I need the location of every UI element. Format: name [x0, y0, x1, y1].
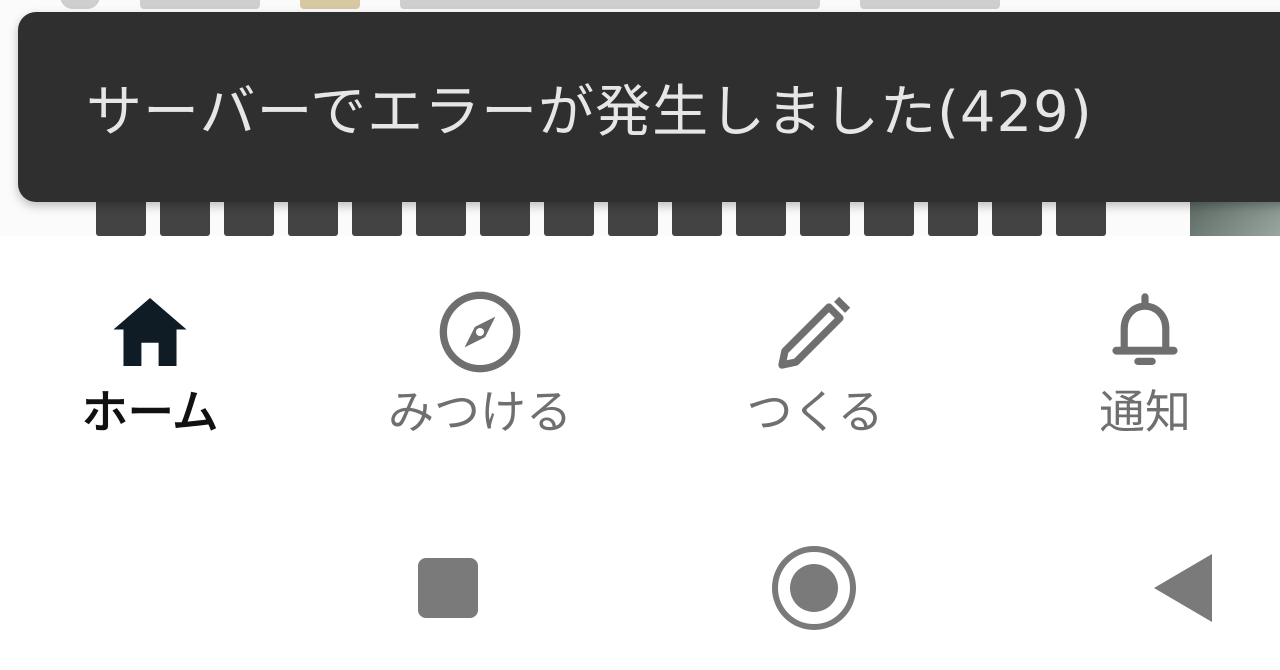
nav-item-create[interactable]: つくる [665, 284, 965, 444]
feed-item-tag [140, 0, 260, 9]
home-circle-icon [770, 544, 858, 636]
bell-icon [1097, 284, 1193, 380]
nav-label-discover: みつける [388, 385, 572, 439]
home-icon [102, 284, 198, 380]
app-screen: サーバーでエラーが発生しました(429) ホーム みつける つくる 通知 [0, 0, 1280, 670]
system-home-button[interactable] [766, 542, 862, 638]
feed-item-time [860, 0, 1000, 9]
avatar [60, 0, 100, 9]
nav-item-discover[interactable]: みつける [330, 284, 630, 444]
back-triangle-icon [1152, 552, 1216, 628]
nav-label-notifications: 通知 [1099, 385, 1191, 439]
pencil-icon [767, 284, 863, 380]
snackbar-message: サーバーでエラーが発生しました(429) [86, 79, 1093, 145]
recents-square-icon [416, 556, 480, 624]
bottom-navigation: ホーム みつける つくる 通知 [0, 236, 1280, 472]
recents-button[interactable] [400, 542, 496, 638]
nav-item-home[interactable]: ホーム [0, 284, 300, 444]
system-navigation-bar [0, 472, 1280, 670]
feed-item-thumbnail [300, 0, 360, 9]
feed-item-author [400, 0, 820, 9]
nav-label-create: つくる [746, 385, 884, 439]
back-button[interactable] [1136, 542, 1232, 638]
compass-icon [432, 284, 528, 380]
error-snackbar[interactable]: サーバーでエラーが発生しました(429) [18, 12, 1280, 202]
nav-item-notifications[interactable]: 通知 [995, 284, 1280, 444]
nav-label-home: ホーム [81, 385, 219, 439]
